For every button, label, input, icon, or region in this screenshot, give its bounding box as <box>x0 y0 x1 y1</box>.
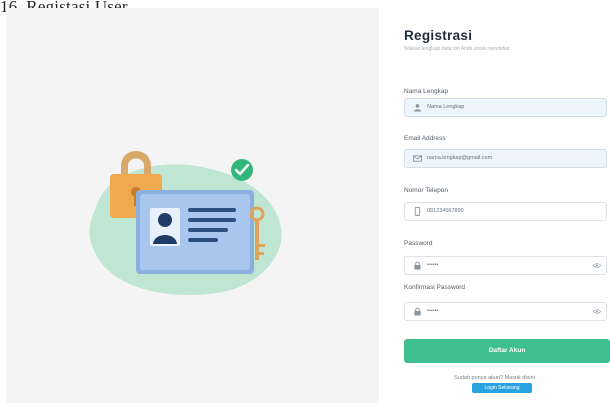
phone-label: Nomor Telepon <box>404 187 448 194</box>
login-prompt: Sudah punya akun? Masuk disini <box>454 375 535 381</box>
password-value: •••••• <box>427 262 439 268</box>
eye-icon[interactable] <box>593 262 601 269</box>
form-title: Registrasi <box>404 28 473 43</box>
email-label: Email Address <box>404 135 446 142</box>
registration-form: Registrasi Silakan lengkapi data diri An… <box>379 8 610 403</box>
full-name-input[interactable]: Nama Lengkap <box>404 98 607 117</box>
email-value: nama.lengkap@gmail.com <box>427 155 493 161</box>
login-button[interactable]: Login Sekarang <box>472 383 532 393</box>
mail-icon <box>413 155 422 162</box>
form-subtitle: Silakan lengkapi data diri Anda untuk me… <box>404 46 510 52</box>
lock-icon <box>414 261 421 270</box>
user-icon <box>413 104 422 112</box>
id-card-icon <box>136 190 254 274</box>
register-button[interactable]: Daftar Akun <box>404 339 610 363</box>
eye-icon[interactable] <box>593 308 601 315</box>
password-label: Password <box>404 240 433 247</box>
full-name-label: Nama Lengkap <box>404 88 449 95</box>
phone-input[interactable]: 081234567890 <box>404 202 607 221</box>
phone-icon <box>414 207 421 216</box>
email-input[interactable]: nama.lengkap@gmail.com <box>404 149 607 168</box>
full-name-value: Nama Lengkap <box>427 104 465 110</box>
illustration-panel <box>6 8 379 403</box>
confirm-password-label: Konfirmasi Password <box>404 284 466 291</box>
lock-icon <box>414 307 421 316</box>
password-input[interactable]: •••••• <box>404 256 607 275</box>
checkmark-badge-icon <box>231 159 253 181</box>
registration-illustration <box>89 151 282 295</box>
confirm-password-value: •••••• <box>427 308 439 314</box>
phone-value: 081234567890 <box>427 208 464 214</box>
confirm-password-input[interactable]: •••••• <box>404 302 607 321</box>
